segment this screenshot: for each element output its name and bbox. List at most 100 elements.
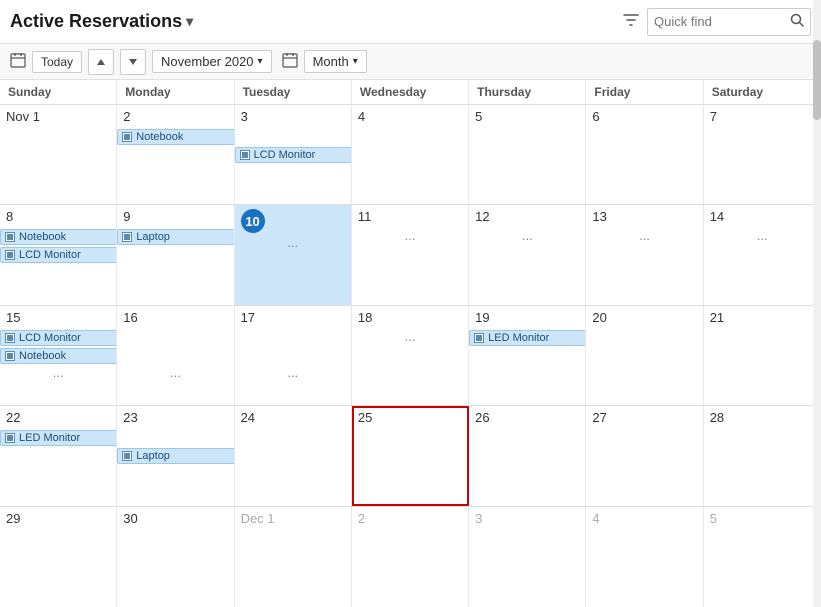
cell-nov2[interactable]: 2 Notebook (117, 105, 234, 204)
more-dots-tue-w2[interactable]: ... (241, 235, 345, 250)
event-lcd-icon3 (5, 333, 15, 343)
event-notebook-w1[interactable]: Notebook (117, 129, 234, 145)
cell-nov4[interactable]: 4 (352, 105, 469, 204)
cell-nov9[interactable]: 9 Laptop (117, 205, 234, 304)
event-lcd-label: LCD Monitor (254, 149, 316, 161)
week-3: 15 LCD Monitor Notebook ... 16 ... (0, 306, 821, 406)
toolbar: Today November 2020 ▾ Month ▾ (0, 44, 821, 80)
cell-nov20[interactable]: 20 (586, 306, 703, 405)
event-led-w3[interactable]: LED Monitor (469, 330, 586, 346)
col-tuesday: Tuesday (235, 80, 352, 104)
cell-dec4[interactable]: 4 (586, 507, 703, 607)
cell-nov25[interactable]: 25 (352, 406, 469, 505)
view-selector[interactable]: Month ▾ (304, 50, 367, 73)
event-lcd-icon (240, 150, 250, 160)
scrollbar[interactable] (813, 0, 821, 607)
cell-nov27[interactable]: 27 (586, 406, 703, 505)
event-led-label3: LED Monitor (488, 332, 549, 344)
cell-nov29[interactable]: 29 (0, 507, 117, 607)
title-text: Active Reservations (10, 11, 182, 32)
event-lcd-w3[interactable]: LCD Monitor (0, 330, 117, 346)
cell-nov26[interactable]: 26 (469, 406, 586, 505)
week-4: 22 LED Monitor 23 Laptop 24 (0, 406, 821, 506)
event-notebook-w3[interactable]: Notebook (0, 348, 117, 364)
cell-nov17[interactable]: 17 ... (235, 306, 352, 405)
event-lcd-w2[interactable]: LCD Monitor (0, 247, 117, 263)
cell-nov8[interactable]: 8 Notebook LCD Monitor (0, 205, 117, 304)
calendar: Sunday Monday Tuesday Wednesday Thursday… (0, 80, 821, 607)
calendar-header: Sunday Monday Tuesday Wednesday Thursday… (0, 80, 821, 105)
cell-nov13[interactable]: 13 ... (586, 205, 703, 304)
cell-nov3[interactable]: 3 LCD Monitor (235, 105, 352, 204)
quick-find-input[interactable] (654, 14, 784, 29)
event-laptop-label4: Laptop (136, 450, 170, 462)
more-dots-sun-w3[interactable]: ... (6, 365, 110, 380)
cell-nov30[interactable]: 30 (117, 507, 234, 607)
event-laptop-icon (122, 232, 132, 242)
col-saturday: Saturday (704, 80, 821, 104)
event-led-icon4 (5, 433, 15, 443)
col-wednesday: Wednesday (352, 80, 469, 104)
calendar-body: Nov 1 2 Notebook 3 LCD Monitor 4 5 (0, 105, 821, 607)
event-notebook-w2a[interactable]: Notebook (0, 229, 117, 245)
cell-nov10[interactable]: 10 ... (235, 205, 352, 304)
month-chevron: ▾ (258, 56, 263, 67)
event-notebook-label3: Notebook (19, 350, 66, 362)
cell-nov16[interactable]: 16 ... (117, 306, 234, 405)
nav-down-button[interactable] (120, 49, 146, 75)
cell-dec5[interactable]: 5 (704, 507, 821, 607)
more-dots-wed-w3[interactable]: ... (358, 329, 462, 344)
event-laptop-icon4 (122, 451, 132, 461)
event-notebook-icon2 (5, 232, 15, 242)
more-dots-tue-w3[interactable]: ... (241, 365, 345, 380)
more-dots-mon-w3[interactable]: ... (123, 365, 227, 380)
event-lcd-label3: LCD Monitor (19, 332, 81, 344)
cell-nov22[interactable]: 22 LED Monitor (0, 406, 117, 505)
cell-nov18[interactable]: 18 ... (352, 306, 469, 405)
event-led-icon3 (474, 333, 484, 343)
cell-nov15[interactable]: 15 LCD Monitor Notebook ... (0, 306, 117, 405)
cell-nov28[interactable]: 28 (704, 406, 821, 505)
more-dots-thu-w2[interactable]: ... (475, 228, 579, 243)
event-lcd-icon2 (5, 250, 15, 260)
week-1: Nov 1 2 Notebook 3 LCD Monitor 4 5 (0, 105, 821, 205)
title-chevron[interactable]: ▾ (186, 13, 193, 30)
scrollbar-thumb[interactable] (813, 40, 821, 120)
cell-nov11[interactable]: 11 ... (352, 205, 469, 304)
month-selector[interactable]: November 2020 ▾ (152, 50, 272, 73)
more-dots-sat-w2[interactable]: ... (710, 228, 815, 243)
page-title: Active Reservations ▾ (10, 11, 193, 32)
cell-nov23[interactable]: 23 Laptop (117, 406, 234, 505)
cell-nov14[interactable]: 14 ... (704, 205, 821, 304)
cell-dec1[interactable]: Dec 1 (235, 507, 352, 607)
event-led-w4[interactable]: LED Monitor (0, 430, 117, 446)
cell-nov24[interactable]: 24 (235, 406, 352, 505)
more-dots-wed-w2[interactable]: ... (358, 228, 462, 243)
view-label-text: Month (313, 54, 349, 69)
event-laptop-label: Laptop (136, 231, 170, 243)
cell-nov7[interactable]: 7 (704, 105, 821, 204)
nav-up-button[interactable] (88, 49, 114, 75)
event-laptop-w4[interactable]: Laptop (117, 448, 234, 464)
cell-nov5[interactable]: 5 (469, 105, 586, 204)
cell-nov12[interactable]: 12 ... (469, 205, 586, 304)
search-icon (790, 13, 804, 30)
cell-nov19[interactable]: 19 LED Monitor (469, 306, 586, 405)
cell-nov21[interactable]: 21 (704, 306, 821, 405)
event-notebook-icon (122, 132, 132, 142)
today-button[interactable]: Today (32, 51, 82, 73)
cell-nov6[interactable]: 6 (586, 105, 703, 204)
event-laptop-w2[interactable]: Laptop (117, 229, 234, 245)
more-dots-fri-w2[interactable]: ... (592, 228, 696, 243)
cell-dec3[interactable]: 3 (469, 507, 586, 607)
app-container: Active Reservations ▾ (0, 0, 821, 607)
event-lcd-label2: LCD Monitor (19, 249, 81, 261)
quick-find-box[interactable] (647, 8, 811, 36)
event-lcdmonitor-w1[interactable]: LCD Monitor (235, 147, 352, 163)
calendar-icon2 (282, 52, 298, 71)
filter-icon[interactable] (623, 12, 639, 32)
col-thursday: Thursday (469, 80, 586, 104)
month-label-text: November 2020 (161, 54, 254, 69)
cell-dec2[interactable]: 2 (352, 507, 469, 607)
cell-nov1[interactable]: Nov 1 (0, 105, 117, 204)
